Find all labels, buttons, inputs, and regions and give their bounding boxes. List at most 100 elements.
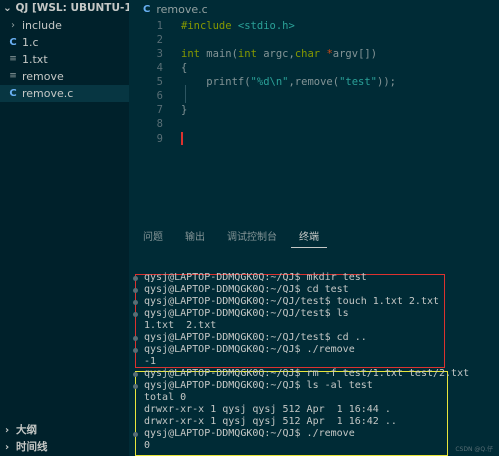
explorer-item-label: 1.txt — [22, 53, 48, 66]
code-line: 5 printf("%d\n",remove("test")); — [129, 75, 499, 89]
command-dot-icon — [133, 348, 138, 353]
explorer-item-label: include — [22, 19, 62, 32]
code-text: int main(int argc,char *argv[]) — [181, 47, 377, 61]
command-dot-icon — [133, 432, 138, 437]
terminal-line: qysj@LAPTOP-DDMQGK0Q:~/QJ$ ./remove — [129, 344, 499, 356]
line-number: 3 — [156, 48, 163, 60]
code-line: 4{ — [129, 61, 499, 75]
line-number: 2 — [156, 34, 163, 46]
explorer-item-label: 1.c — [22, 36, 39, 49]
code-token: argv — [332, 48, 359, 60]
line-number: 6 — [156, 90, 163, 102]
terminal-line: qysj@LAPTOP-DDMQGK0Q:~/QJ$ mkdir test — [129, 272, 499, 284]
code-text: printf("%d\n",remove("test")); — [181, 75, 396, 89]
code-token: )); — [377, 76, 396, 88]
terminal-line: total 0 — [129, 392, 499, 404]
code-token: { — [181, 62, 188, 74]
explorer-item[interactable]: ≡ remove — [0, 68, 129, 85]
panel-tab[interactable]: 问题 — [135, 230, 171, 248]
timeline-section[interactable]: › 时间线 — [0, 439, 129, 456]
explorer-item[interactable]: ≡ 1.txt — [0, 51, 129, 68]
terminal-text: qysj@LAPTOP-DDMQGK0Q:~/QJ$ ./remove — [144, 344, 355, 355]
panel-tab[interactable]: 输出 — [177, 230, 213, 248]
terminal-line: qysj@LAPTOP-DDMQGK0Q:~/QJ$ rm -f test/1.… — [129, 368, 499, 380]
line-number: 7 — [156, 104, 163, 116]
terminal-line: drwxr-xr-x 1 qysj qysj 512 Apr 1 16:42 .… — [129, 416, 499, 428]
terminal-text: qysj@LAPTOP-DDMQGK0Q:~/QJ$ mkdir test — [144, 272, 367, 283]
chevron-right-icon: › — [4, 442, 10, 453]
tab-label: remove.c — [156, 3, 208, 16]
code-token: argc, — [263, 48, 295, 60]
terminal-text: total 0 — [144, 392, 187, 403]
code-line: 2 — [129, 33, 499, 47]
explorer-item[interactable]: › include — [0, 17, 129, 34]
explorer-item-label: remove — [22, 70, 64, 83]
terminal-line: -1 — [129, 356, 499, 368]
terminal-text: -1 — [144, 356, 157, 367]
terminal-text: qysj@LAPTOP-DDMQGK0Q:~/QJ$ ./remove — [144, 428, 355, 439]
command-dot-icon — [133, 312, 138, 317]
code-token: } — [181, 104, 188, 116]
terminal-line: qysj@LAPTOP-DDMQGK0Q:~/QJ$ cd test — [129, 284, 499, 296]
line-number: 5 — [156, 76, 163, 88]
terminal-line: qysj@LAPTOP-DDMQGK0Q:~/QJ/test$ ls — [129, 308, 499, 320]
code-text: #include <stdio.h> — [181, 19, 295, 33]
terminal-text: qysj@LAPTOP-DDMQGK0Q:~/QJ$ rm -f test/1.… — [144, 368, 470, 379]
code-token: <stdio.h> — [237, 20, 295, 32]
explorer-sidebar: ⌄ QJ [WSL: UBUNTU-18.04] › include C 1.c ≡ 1.… — [0, 0, 129, 456]
terminal-line: qysj@LAPTOP-DDMQGK0Q:~/QJ/test$ cd .. — [129, 332, 499, 344]
code-token: "%d\n" — [250, 76, 289, 88]
outline-section[interactable]: › 大纲 — [0, 422, 129, 439]
code-line: 3 int main(int argc,char *argv[]) — [129, 47, 499, 61]
c-file-icon: C — [143, 4, 151, 15]
chevron-right-icon: › — [11, 20, 15, 31]
terminal-text: drwxr-xr-x 1 qysj qysj 512 Apr 1 16:42 .… — [144, 416, 397, 427]
line-number: 4 — [156, 62, 163, 74]
terminal-text: drwxr-xr-x 1 qysj qysj 512 Apr 1 16:44 . — [144, 404, 391, 415]
code-token: "test" — [339, 76, 377, 88]
command-dot-icon — [133, 288, 138, 293]
code-line: 8 — [129, 117, 499, 131]
c-file-icon: C — [9, 37, 17, 48]
terminal-line: qysj@LAPTOP-DDMQGK0Q:~/QJ$ ls -al test — [129, 380, 499, 392]
panel-tab[interactable]: 调试控制台 — [219, 230, 285, 248]
code-token: int — [237, 48, 264, 60]
terminal[interactable]: qysj@LAPTOP-DDMQGK0Q:~/QJ$ mkdir test qys… — [129, 270, 499, 456]
code-line: 9 — [129, 132, 499, 146]
tab-remove-c[interactable]: C remove.c — [129, 0, 216, 19]
panel-tab[interactable]: 终端 — [291, 230, 327, 248]
terminal-text: qysj@LAPTOP-DDMQGK0Q:~/QJ/test$ touch 1.… — [144, 296, 440, 307]
code-token: char — [294, 48, 327, 60]
command-dot-icon — [133, 300, 138, 305]
terminal-text: qysj@LAPTOP-DDMQGK0Q:~/QJ$ cd test — [144, 284, 349, 295]
terminal-text: 1.txt 2.txt — [144, 320, 217, 331]
chevron-down-icon: ⌄ — [3, 2, 16, 14]
terminal-line: qysj@LAPTOP-DDMQGK0Q:~/QJ/test$ touch 1.… — [129, 296, 499, 308]
code-token: main — [206, 48, 232, 60]
chevron-right-icon: › — [4, 425, 10, 436]
command-dot-icon — [133, 372, 138, 377]
terminal-text: qysj@LAPTOP-DDMQGK0Q:~/QJ/test$ ls — [144, 308, 349, 319]
code-token: printf( — [181, 76, 251, 88]
explorer-item[interactable]: Cremove.c — [0, 85, 129, 102]
code-editor[interactable]: 1 #include <stdio.h> 2 3 int main(int argc,c… — [129, 19, 499, 159]
workspace-title[interactable]: ⌄ QJ [WSL: UBUNTU-18.04] — [0, 0, 129, 17]
code-token: [] — [358, 48, 371, 60]
explorer-item-label: remove.c — [22, 87, 74, 100]
terminal-line: qysj@LAPTOP-DDMQGK0Q:~/QJ$ ./remove — [129, 428, 499, 440]
c-file-icon: C — [9, 88, 17, 99]
terminal-text: qysj@LAPTOP-DDMQGK0Q:~/QJ$ ls -al test — [144, 380, 373, 391]
main-area: C remove.c 1 #include <stdio.h> 2 3 int main… — [129, 0, 499, 456]
text-file-icon: ≡ — [9, 71, 17, 81]
code-line: 6 — [129, 89, 499, 103]
terminal-line: 1.txt 2.txt — [129, 320, 499, 332]
command-dot-icon — [133, 336, 138, 341]
explorer-item[interactable]: C 1.c — [0, 34, 129, 51]
watermark: CSDN @Q.仔 — [455, 446, 493, 453]
line-number: 9 — [156, 133, 163, 145]
editor-tabbar: C remove.c — [129, 0, 499, 19]
code-text: } — [181, 103, 187, 117]
text-file-icon: ≡ — [9, 54, 17, 64]
terminal-text: 0 — [144, 440, 151, 451]
panel-tabs: 问题 输出 调试控制台 终端 — [129, 230, 499, 248]
